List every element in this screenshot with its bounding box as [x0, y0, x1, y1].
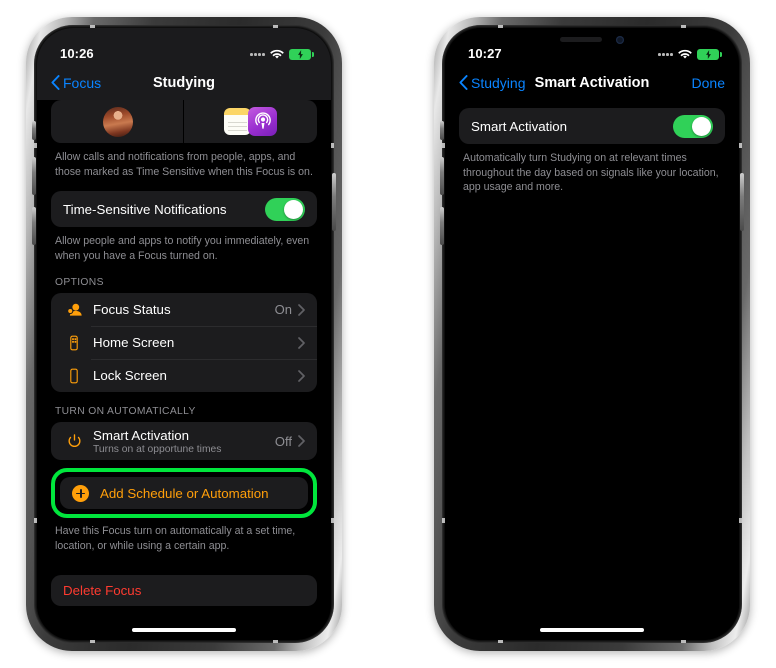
row-label: Time-Sensitive Notifications	[63, 201, 227, 217]
turn-on-automatically-header: TURN ON AUTOMATICALLY	[55, 406, 196, 418]
chevron-right-icon	[298, 337, 305, 349]
phone-screen-right: 10:27 Studying Smart Activation Done Sma…	[445, 28, 739, 640]
smart-activation-footnote: Automatically turn Studying on at releva…	[463, 152, 719, 194]
battery-charging-icon	[289, 49, 314, 60]
person-avatar	[102, 106, 133, 137]
options-section-header: OPTIONS	[55, 277, 104, 289]
add-schedule-label: Add Schedule or Automation	[100, 485, 269, 501]
battery-charging-icon	[697, 49, 722, 60]
focus-status-icon	[63, 301, 85, 318]
row-label: Lock Screen	[93, 368, 167, 384]
lock-screen-icon	[63, 368, 85, 384]
people-apps-footnote: Allow calls and notifications from peopl…	[55, 151, 313, 178]
row-value: On	[274, 302, 292, 318]
smart-activation-toggle-card: Smart Activation	[459, 108, 725, 144]
back-button-label: Studying	[471, 74, 526, 91]
podcasts-app-icon	[248, 107, 277, 136]
home-screen-glyph	[70, 335, 78, 351]
iphone-device-left: 10:26 Focus Studying Allow calls and not…	[26, 17, 342, 651]
podcasts-glyph-icon	[254, 111, 271, 129]
status-bar-indicators	[250, 49, 314, 60]
status-bar-right: 10:27	[445, 28, 739, 65]
mute-switch-button[interactable]	[440, 121, 444, 140]
delete-focus-label: Delete Focus	[63, 582, 142, 598]
power-glyph	[67, 434, 81, 447]
back-button-label: Focus	[63, 74, 102, 91]
row-label: Home Screen	[93, 335, 175, 351]
smart-activation-card: Smart Activation Turns on at opportune t…	[51, 422, 317, 461]
device-bezel-left: 10:26 Focus Studying Allow calls and not…	[32, 25, 336, 643]
volume-down-button[interactable]	[440, 207, 444, 245]
allowed-people-cell[interactable]	[51, 100, 184, 143]
people-apps-strip	[51, 100, 317, 143]
add-schedule-footnote: Have this Focus turn on automatically at…	[55, 525, 296, 552]
volume-up-button[interactable]	[32, 157, 36, 195]
highlight-annotation-box: Add Schedule or Automation	[51, 468, 317, 519]
status-bar-indicators	[658, 49, 722, 60]
back-button-studying[interactable]: Studying	[459, 75, 525, 91]
device-bezel-right: 10:27 Studying Smart Activation Done Sma…	[440, 25, 744, 643]
delete-focus-button[interactable]: Delete Focus	[51, 574, 317, 606]
power-button[interactable]	[332, 173, 336, 231]
focus-status-glyph	[66, 304, 82, 316]
smart-activation-toggle[interactable]	[673, 114, 713, 138]
row-smart-activation-toggle[interactable]: Smart Activation	[459, 108, 725, 144]
chevron-left-icon	[51, 75, 60, 90]
screenshot-stage: 10:26 Focus Studying Allow calls and not…	[0, 0, 776, 668]
mute-switch-button[interactable]	[32, 121, 36, 140]
app-icon-group	[224, 107, 277, 136]
row-text: Smart Activation Turns on at opportune t…	[93, 428, 275, 455]
time-sensitive-card: Time-Sensitive Notifications	[51, 191, 317, 228]
row-focus-status[interactable]: Focus Status On	[51, 293, 317, 326]
wifi-icon	[270, 49, 284, 59]
chevron-right-icon	[298, 370, 305, 382]
done-button[interactable]: Done	[692, 75, 725, 91]
toggle-knob	[692, 116, 711, 136]
home-indicator[interactable]	[132, 628, 236, 632]
home-screen-icon	[63, 335, 85, 351]
phone-screen-left: 10:26 Focus Studying Allow calls and not…	[37, 28, 331, 640]
row-lock-screen[interactable]: Lock Screen	[51, 359, 317, 392]
options-card: Focus Status On Home Screen Lock Screen	[51, 293, 317, 393]
iphone-device-right: 10:27 Studying Smart Activation Done Sma…	[434, 17, 750, 651]
allowed-apps-cell[interactable]	[184, 100, 317, 143]
volume-up-button[interactable]	[440, 157, 444, 195]
row-label: Smart Activation	[471, 118, 568, 134]
back-button-focus[interactable]: Focus	[51, 75, 101, 91]
settings-content-left[interactable]: Allow calls and notifications from peopl…	[37, 100, 331, 640]
signal-dots-icon	[250, 53, 265, 56]
time-sensitive-footnote: Allow people and apps to notify you imme…	[55, 235, 310, 262]
row-time-sensitive-notifications[interactable]: Time-Sensitive Notifications	[51, 191, 317, 227]
signal-dots-icon	[658, 53, 673, 56]
status-bar-time: 10:26	[60, 46, 94, 61]
volume-down-button[interactable]	[32, 207, 36, 245]
lock-screen-glyph	[70, 368, 78, 384]
navigation-bar-right: Studying Smart Activation Done	[445, 65, 739, 100]
row-label: Focus Status	[93, 302, 171, 318]
toggle-knob	[284, 199, 303, 219]
notes-app-icon	[224, 108, 251, 135]
row-value: Off	[274, 433, 292, 449]
status-bar-time: 10:27	[468, 46, 502, 61]
row-label: Smart Activation	[93, 427, 190, 443]
row-home-screen[interactable]: Home Screen	[51, 326, 317, 359]
time-sensitive-toggle[interactable]	[265, 197, 305, 221]
power-icon	[63, 433, 85, 450]
chevron-right-icon	[298, 435, 305, 448]
add-schedule-or-automation-button[interactable]: Add Schedule or Automation	[60, 477, 308, 510]
home-indicator[interactable]	[540, 628, 644, 632]
chevron-left-icon	[459, 75, 468, 90]
wifi-icon	[678, 49, 692, 59]
chevron-right-icon	[298, 304, 305, 316]
navigation-bar-left: Focus Studying	[37, 65, 331, 100]
plus-circle-icon	[72, 484, 89, 502]
power-button[interactable]	[740, 173, 744, 231]
status-bar-left: 10:26	[37, 28, 331, 65]
settings-content-right[interactable]: Smart Activation Automatically turn Stud…	[445, 100, 739, 640]
people-apps-card[interactable]	[51, 100, 317, 143]
row-smart-activation[interactable]: Smart Activation Turns on at opportune t…	[51, 422, 317, 460]
row-subtitle: Turns on at opportune times	[93, 443, 222, 455]
